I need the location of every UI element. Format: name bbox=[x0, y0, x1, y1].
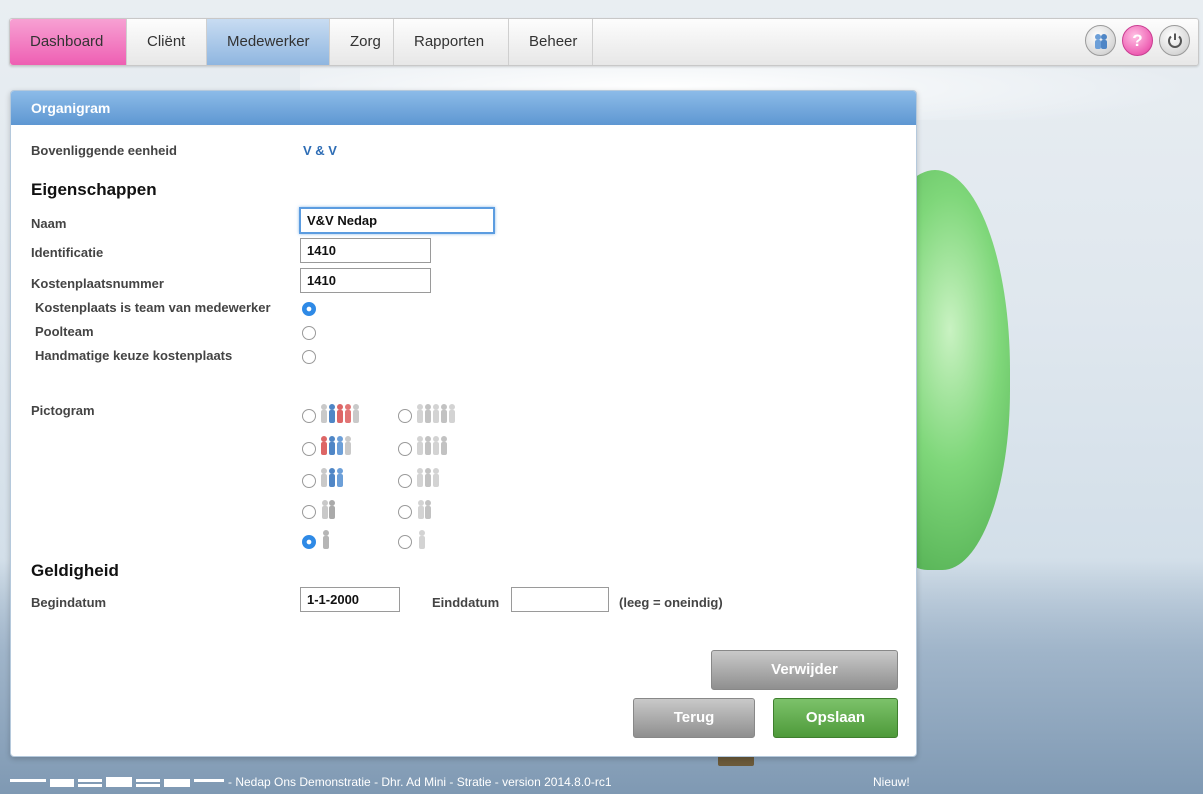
top-icons: ? bbox=[1085, 25, 1190, 56]
end-date-input[interactable] bbox=[511, 587, 609, 612]
group-5-color-icon bbox=[319, 403, 363, 423]
single-grey-icon bbox=[321, 529, 331, 549]
nedap-logo bbox=[10, 776, 224, 791]
pictogram-radio-single-light[interactable] bbox=[398, 535, 412, 549]
pictogram-radio-group5-color[interactable] bbox=[302, 409, 316, 423]
pictogram-radio-group4-grey[interactable] bbox=[398, 442, 412, 456]
pictogram-radio-group3-color[interactable] bbox=[302, 474, 316, 488]
delete-button[interactable]: Verwijder bbox=[711, 650, 898, 690]
name-input[interactable] bbox=[299, 207, 495, 234]
identification-label: Identificatie bbox=[31, 245, 104, 260]
pictogram-radio-group3-grey[interactable] bbox=[398, 474, 412, 488]
option-poolteam-radio[interactable] bbox=[302, 326, 316, 340]
option-manual-label: Handmatige keuze kostenplaats bbox=[35, 348, 233, 363]
tab-client[interactable]: Cliënt bbox=[127, 19, 207, 65]
start-date-input[interactable] bbox=[300, 587, 400, 612]
option-team-label: Kostenplaats is team van medewerker bbox=[35, 300, 271, 315]
tab-medewerker[interactable]: Medewerker bbox=[207, 19, 330, 65]
tab-beheer[interactable]: Beheer bbox=[509, 19, 593, 65]
option-manual-radio[interactable] bbox=[302, 350, 316, 364]
single-light-icon bbox=[417, 529, 427, 549]
footer: - Nedap Ons Demonstratie - Dhr. Ad Mini … bbox=[0, 770, 1203, 794]
group-3-grey-icon bbox=[415, 467, 443, 487]
cost-center-input[interactable] bbox=[300, 268, 431, 293]
pictogram-radio-single-grey[interactable] bbox=[302, 535, 316, 549]
group-5-grey-icon bbox=[415, 403, 459, 423]
tab-dashboard[interactable]: Dashboard bbox=[10, 19, 127, 65]
pictogram-label: Pictogram bbox=[31, 403, 95, 418]
group-4-grey-icon bbox=[415, 435, 451, 455]
properties-heading: Eigenschappen bbox=[31, 180, 157, 199]
save-button[interactable]: Opslaan bbox=[773, 698, 898, 738]
option-poolteam-label: Poolteam bbox=[35, 324, 94, 339]
identification-input[interactable] bbox=[300, 238, 431, 263]
option-team-radio[interactable] bbox=[302, 302, 316, 316]
parent-unit-link[interactable]: V & V bbox=[303, 143, 337, 158]
power-icon[interactable] bbox=[1159, 25, 1190, 56]
pictogram-radio-group4-color[interactable] bbox=[302, 442, 316, 456]
group-3-color-icon bbox=[319, 467, 347, 487]
name-label: Naam bbox=[31, 216, 67, 231]
tab-rapporten[interactable]: Rapporten bbox=[394, 19, 509, 65]
help-icon[interactable]: ? bbox=[1122, 25, 1153, 56]
new-link[interactable]: Nieuw! bbox=[873, 775, 910, 789]
validity-heading: Geldigheid bbox=[31, 561, 119, 580]
tab-zorg[interactable]: Zorg bbox=[330, 19, 394, 65]
parent-unit-label: Bovenliggende eenheid bbox=[31, 143, 177, 158]
panel-title: Organigram bbox=[11, 91, 916, 125]
pictogram-radio-group2-grey[interactable] bbox=[302, 505, 316, 519]
pictogram-radio-group5-grey[interactable] bbox=[398, 409, 412, 423]
end-date-label: Einddatum bbox=[432, 595, 500, 610]
organigram-panel: Organigram Bovenliggende eenheid V & V E… bbox=[10, 90, 917, 757]
main-tabs: Dashboard Cliënt Medewerker Zorg Rapport… bbox=[10, 19, 593, 65]
users-icon[interactable] bbox=[1085, 25, 1116, 56]
group-2-light-icon bbox=[415, 499, 435, 519]
pictogram-radio-group2-light[interactable] bbox=[398, 505, 412, 519]
back-button[interactable]: Terug bbox=[633, 698, 755, 738]
end-date-hint: (leeg = oneindig) bbox=[619, 595, 723, 610]
footer-info: - Nedap Ons Demonstratie - Dhr. Ad Mini … bbox=[228, 775, 612, 789]
cost-center-label: Kostenplaatsnummer bbox=[31, 276, 164, 291]
group-4-color-icon bbox=[319, 435, 355, 455]
top-navigation: Dashboard Cliënt Medewerker Zorg Rapport… bbox=[9, 18, 1199, 66]
group-2-grey-icon bbox=[319, 499, 339, 519]
start-date-label: Begindatum bbox=[31, 595, 107, 610]
